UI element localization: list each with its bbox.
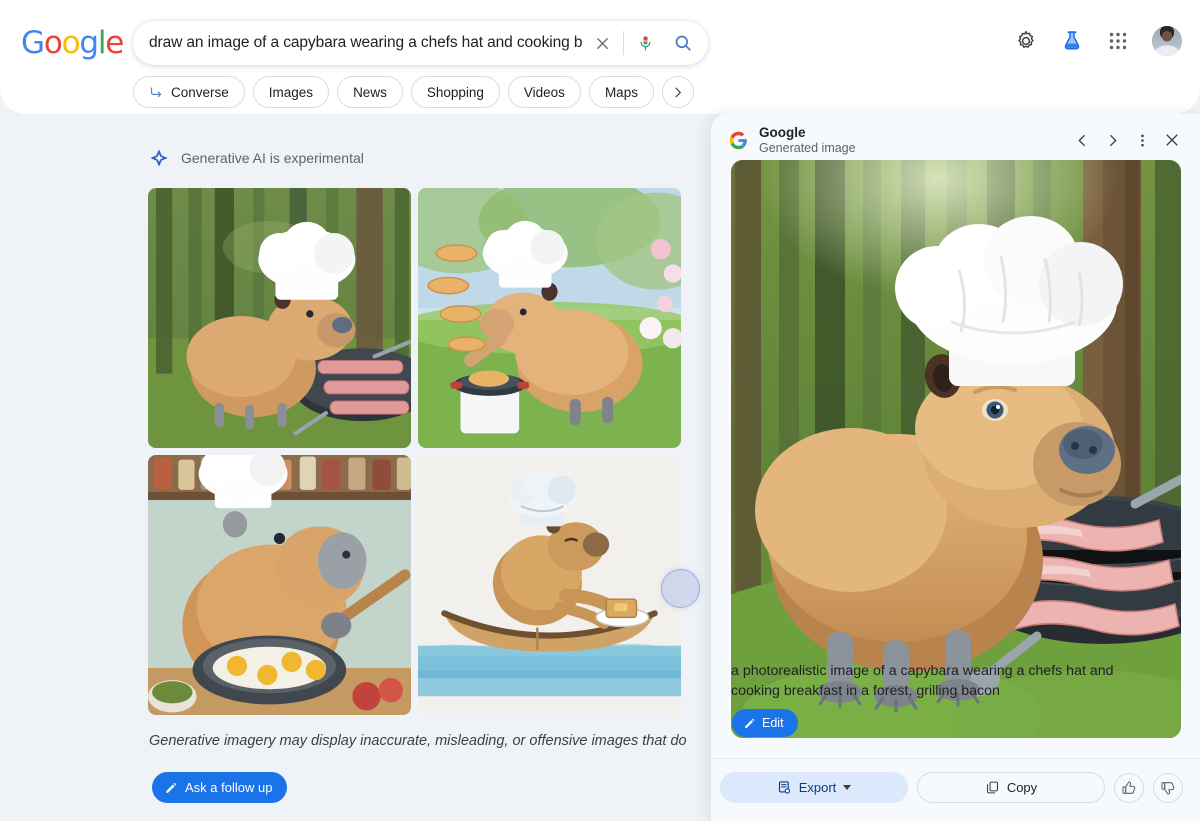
chevron-left-icon (1078, 134, 1085, 146)
panel-subtitle: Generated image (759, 141, 856, 156)
panel-close-button[interactable] (1157, 125, 1187, 155)
capybara-frying-eggs-image (148, 455, 411, 715)
search-filter-chips: Converse Images News Shopping Videos Map… (133, 76, 694, 108)
capybara-grilling-bacon-image (148, 188, 411, 448)
thumbs-down-button[interactable] (1153, 772, 1183, 803)
app-root: Google draw an image of a capybara weari… (0, 0, 1200, 821)
generated-image-thumb-2[interactable] (418, 188, 681, 448)
panel-title-block: Google Generated image (759, 125, 1067, 155)
chip-videos[interactable]: Videos (507, 76, 581, 108)
panel-more-options-button[interactable] (1127, 125, 1157, 155)
google-g-icon (729, 131, 747, 149)
google-apps-grid-icon[interactable] (1106, 29, 1130, 53)
generated-image-grid (148, 188, 681, 715)
generative-ai-label: Generative AI is experimental (181, 150, 364, 166)
generated-image-thumb-4[interactable] (418, 455, 681, 715)
capybara-chef-grilling-bacon-hero-image (731, 160, 1181, 738)
search-header: Google draw an image of a capybara weari… (0, 0, 1200, 114)
search-box[interactable]: draw an image of a capybara wearing a ch… (133, 21, 708, 65)
pencil-icon (745, 718, 755, 728)
edit-prompt-button[interactable]: Edit (732, 709, 798, 737)
chip-label: Converse (171, 84, 229, 100)
panel-footer-divider (711, 758, 1200, 759)
copy-label: Copy (1006, 780, 1038, 795)
panel-title: Google (759, 124, 806, 140)
kebab-menu-icon (1140, 134, 1144, 146)
chevron-right-icon (675, 87, 682, 97)
chip-images[interactable]: Images (252, 76, 330, 108)
edit-label: Edit (762, 716, 784, 730)
search-labs-flask-icon[interactable] (1060, 29, 1084, 53)
search-divider (623, 31, 624, 55)
chevron-right-icon (1109, 134, 1116, 146)
close-icon (1166, 134, 1178, 146)
next-image-button[interactable] (1097, 125, 1127, 155)
settings-gear-icon[interactable] (1014, 29, 1038, 53)
sparkle-diamond-icon (150, 149, 168, 167)
generative-ai-notice: Generative AI is experimental (149, 148, 364, 168)
voice-search-button[interactable] (626, 21, 664, 65)
copy-button[interactable]: Copy (917, 772, 1105, 803)
thumb-down-icon (1161, 781, 1175, 794)
chip-label: Images (268, 84, 314, 100)
avatar[interactable] (1152, 26, 1182, 56)
search-submit-button[interactable] (664, 21, 702, 65)
chip-label: Videos (523, 84, 565, 100)
chip-label: Shopping (426, 84, 484, 100)
capybara-in-boat-watercolor-image (418, 455, 681, 715)
panel-footer-actions: Export Copy (720, 772, 1190, 803)
chip-label: News (353, 84, 387, 100)
clear-search-button[interactable] (583, 21, 621, 65)
export-document-icon (778, 781, 790, 794)
chip-news[interactable]: News (337, 76, 403, 108)
chip-label: Maps (604, 84, 638, 100)
avatar-image (1152, 26, 1182, 56)
chip-maps[interactable]: Maps (588, 76, 654, 108)
google-logo[interactable]: Google (21, 25, 124, 61)
chip-converse[interactable]: Converse (133, 76, 245, 108)
panel-header: Google Generated image (711, 114, 1200, 166)
ask-follow-up-label: Ask a follow up (185, 780, 273, 795)
converse-arrow-icon (150, 87, 162, 97)
search-icon (675, 35, 691, 51)
thumb-up-icon (1122, 781, 1136, 794)
ask-follow-up-button[interactable]: Ask a follow up (152, 772, 288, 803)
hero-image[interactable] (731, 160, 1181, 738)
generated-image-thumb-1[interactable] (148, 188, 411, 448)
search-input[interactable]: draw an image of a capybara wearing a ch… (149, 34, 583, 52)
generated-image-thumb-3[interactable] (148, 455, 411, 715)
caret-down-icon (843, 785, 852, 790)
capybara-flipping-pancakes-image (418, 188, 681, 448)
export-button[interactable]: Export (720, 772, 908, 803)
microphone-icon (640, 35, 650, 51)
close-icon (596, 37, 608, 49)
export-label: Export (798, 780, 837, 795)
image-prompt-text: a photorealistic image of a capybara wea… (731, 663, 1114, 700)
copy-icon (986, 781, 998, 794)
chip-shopping[interactable]: Shopping (410, 76, 500, 108)
thumbs-up-button[interactable] (1114, 772, 1144, 803)
pencil-icon (166, 782, 177, 793)
chips-more-button[interactable] (661, 76, 694, 108)
header-actions (1014, 26, 1182, 56)
previous-image-button[interactable] (1067, 125, 1097, 155)
